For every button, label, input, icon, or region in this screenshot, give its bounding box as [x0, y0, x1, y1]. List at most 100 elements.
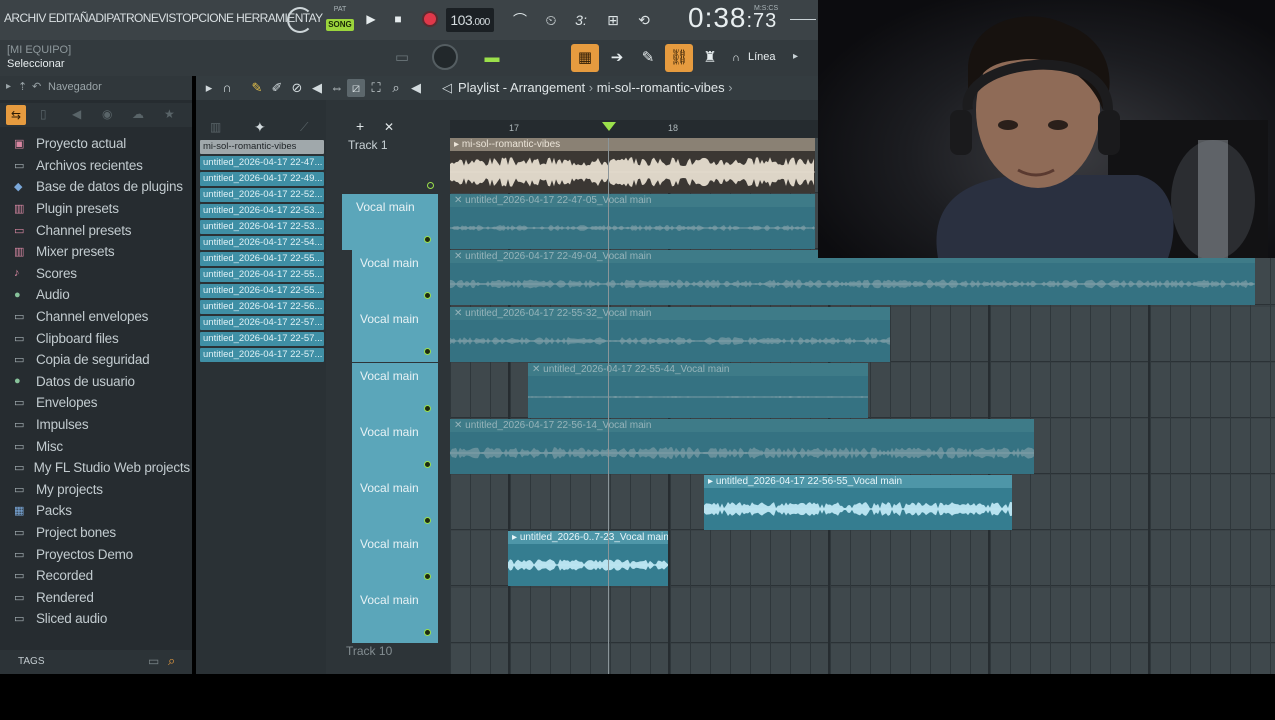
slip-tool-icon[interactable]: ⇔: [328, 79, 346, 97]
play-button[interactable]: ▶: [360, 8, 382, 30]
browser-item[interactable]: ▭ Clipboard files: [14, 327, 190, 349]
collapse-icon[interactable]: ▸: [6, 81, 11, 92]
current-pattern[interactable]: mi-sol--romantic-vibes: [597, 80, 725, 95]
master-pitch-icon[interactable]: ▬: [478, 44, 506, 72]
browser-item[interactable]: ▭ Proyectos Demo: [14, 543, 190, 565]
track-header[interactable]: Vocal main: [352, 362, 438, 419]
stamp-icon[interactable]: ♜: [696, 44, 724, 72]
track-enable-led[interactable]: [424, 517, 431, 524]
browser-item[interactable]: ▭ Recorded: [14, 565, 190, 587]
clip-source-item[interactable]: untitled_2026-04-17 22-55...: [200, 268, 324, 282]
muted-clip-icon[interactable]: ✕: [454, 308, 465, 319]
audio-clip[interactable]: ✕ untitled_2026-04-17 22-55-44_Vocal mai…: [528, 362, 868, 418]
search-icon[interactable]: ⌕: [168, 653, 175, 669]
browser-item[interactable]: ▭ Archivos recientes: [14, 155, 190, 177]
browser-item[interactable]: ▭ My projects: [14, 479, 190, 501]
browser-item[interactable]: ▭ Misc: [14, 435, 190, 457]
filter-icon[interactable]: ⇆: [6, 105, 26, 125]
browser-item[interactable]: ▭ Channel envelopes: [14, 306, 190, 328]
clip-source-item[interactable]: untitled_2026-04-17 22-53...: [200, 220, 324, 234]
pattern-song-toggle[interactable]: PAT SONG: [326, 6, 354, 34]
pen-icon[interactable]: ✎: [634, 44, 662, 72]
clip-menu-icon[interactable]: ▸: [454, 139, 462, 150]
magnet-icon[interactable]: ∩: [722, 44, 750, 72]
zoom-tool-icon[interactable]: ⌕: [387, 79, 405, 97]
browser-item[interactable]: ▭ Channel presets: [14, 219, 190, 241]
back-icon[interactable]: ↶: [32, 80, 41, 93]
automation-icon[interactable]: ⟋: [300, 120, 308, 135]
tempo-display[interactable]: 103.000: [446, 8, 494, 32]
select-tool-icon[interactable]: ⛶: [367, 79, 385, 97]
clip-source-item[interactable]: untitled_2026-04-17 22-57...: [200, 316, 324, 330]
speaker-icon[interactable]: ◁: [438, 79, 456, 97]
track-enable-led[interactable]: [424, 460, 431, 468]
browser-item[interactable]: ◆ Base de datos de plugins: [14, 176, 190, 198]
clip-header[interactable]: ✕ untitled_2026-04-17 22-47-05_Vocal mai…: [450, 194, 815, 208]
browser-item[interactable]: ● Audio: [14, 284, 190, 306]
track-header[interactable]: Vocal main: [352, 418, 438, 475]
muted-clip-icon[interactable]: ✕: [454, 251, 465, 262]
playhead-marker[interactable]: [602, 122, 616, 131]
browser-item[interactable]: ▭ Envelopes: [14, 392, 190, 414]
track-enable-led[interactable]: [424, 404, 431, 412]
browser-item[interactable]: ▭ Copia de seguridad: [14, 349, 190, 371]
clip-source-item[interactable]: untitled_2026-04-17 22-54...: [200, 236, 324, 250]
magnet-snap-icon[interactable]: ∩: [218, 79, 236, 97]
folder-icon[interactable]: ▭: [148, 654, 159, 668]
link-icon[interactable]: ⛓: [665, 44, 693, 72]
audio-clip[interactable]: ✕ untitled_2026-04-17 22-47-05_Vocal mai…: [450, 194, 815, 250]
clip-menu-icon[interactable]: ▸: [708, 476, 716, 487]
browser-item[interactable]: ▭ Sliced audio: [14, 608, 190, 630]
delete-tool-icon[interactable]: ⊘: [288, 79, 306, 97]
track-enable-led[interactable]: [424, 573, 431, 581]
audio-clip[interactable]: ✕ untitled_2026-04-17 22-49-04_Vocal mai…: [450, 250, 1255, 306]
song-mode-button[interactable]: SONG: [326, 19, 354, 31]
playback-tool-icon[interactable]: ◀: [407, 79, 425, 97]
clip-source-item[interactable]: untitled_2026-04-17 22-57...: [200, 348, 324, 362]
track-enable-led[interactable]: [424, 629, 431, 637]
track-header[interactable]: Vocal main: [352, 531, 438, 588]
metronome-icon[interactable]: ⌒: [507, 8, 533, 32]
browser-item[interactable]: ▭ Rendered: [14, 586, 190, 608]
mute-tool-icon[interactable]: ◀: [308, 79, 326, 97]
clip-header[interactable]: ✕ untitled_2026-04-17 22-56-14_Vocal mai…: [450, 419, 1034, 432]
track-enable-led[interactable]: [424, 292, 431, 300]
browser-item[interactable]: ▭ My FL Studio Web projects: [14, 457, 190, 479]
draw-tool-icon[interactable]: ✎: [248, 79, 266, 97]
audio-clip[interactable]: ✕ untitled_2026-04-17 22-55-32_Vocal mai…: [450, 306, 890, 362]
add-track-button[interactable]: +: [356, 118, 364, 134]
audio-clip[interactable]: ▸ mi-sol--romantic-vibes: [450, 138, 815, 193]
audio-clip[interactable]: ✕ untitled_2026-04-17 22-56-14_Vocal mai…: [450, 419, 1034, 474]
step-edit-icon[interactable]: ⊞: [600, 8, 626, 32]
clip-source-item[interactable]: untitled_2026-04-17 22-53...: [200, 204, 324, 218]
track-header[interactable]: Vocal main: [352, 250, 438, 307]
muted-clip-icon[interactable]: ✕: [532, 364, 543, 375]
track-enable-led[interactable]: [424, 236, 431, 243]
browser-item[interactable]: ▭ Project bones: [14, 522, 190, 544]
snap-mode-select[interactable]: Línea: [748, 51, 776, 63]
clip-header[interactable]: ▸ untitled_2026-0..7-23_Vocal main: [508, 531, 668, 545]
master-volume-knob-icon[interactable]: [432, 44, 458, 70]
clip-source-item[interactable]: untitled_2026-04-17 22-56...: [200, 300, 324, 314]
countdown-icon[interactable]: 3:: [568, 8, 594, 32]
browser-item[interactable]: ▥ Mixer presets: [14, 241, 190, 263]
browser-item[interactable]: ▣ Proyecto actual: [14, 133, 190, 155]
clip-header[interactable]: ▸ untitled_2026-04-17 22-56-55_Vocal mai…: [704, 475, 1012, 489]
audio-clip[interactable]: ▸ untitled_2026-0..7-23_Vocal main: [508, 531, 668, 587]
track-enable-led[interactable]: [427, 182, 434, 189]
clip-source-item[interactable]: untitled_2026-04-17 22-47...: [200, 156, 324, 170]
muted-clip-icon[interactable]: ✕: [454, 420, 465, 431]
clip-source-item[interactable]: untitled_2026-04-17 22-55...: [200, 284, 324, 298]
mixer-icon[interactable]: ▦: [571, 44, 599, 72]
clip-source-item[interactable]: untitled_2026-04-17 22-55...: [200, 252, 324, 266]
clip-source-item[interactable]: untitled_2026-04-17 22-52...: [200, 188, 324, 202]
stop-button[interactable]: ■: [387, 8, 409, 30]
options-arrow-icon[interactable]: ▸: [200, 79, 218, 97]
track-lane[interactable]: [450, 643, 1275, 674]
star-icon[interactable]: ★: [164, 107, 175, 121]
track-header[interactable]: Vocal main: [342, 194, 438, 250]
clip-source-item[interactable]: untitled_2026-04-17 22-49...: [200, 172, 324, 186]
browser-item[interactable]: ● Datos de usuario: [14, 371, 190, 393]
file-icon[interactable]: ▯: [40, 107, 47, 121]
browser-item[interactable]: ♪ Scores: [14, 263, 190, 285]
